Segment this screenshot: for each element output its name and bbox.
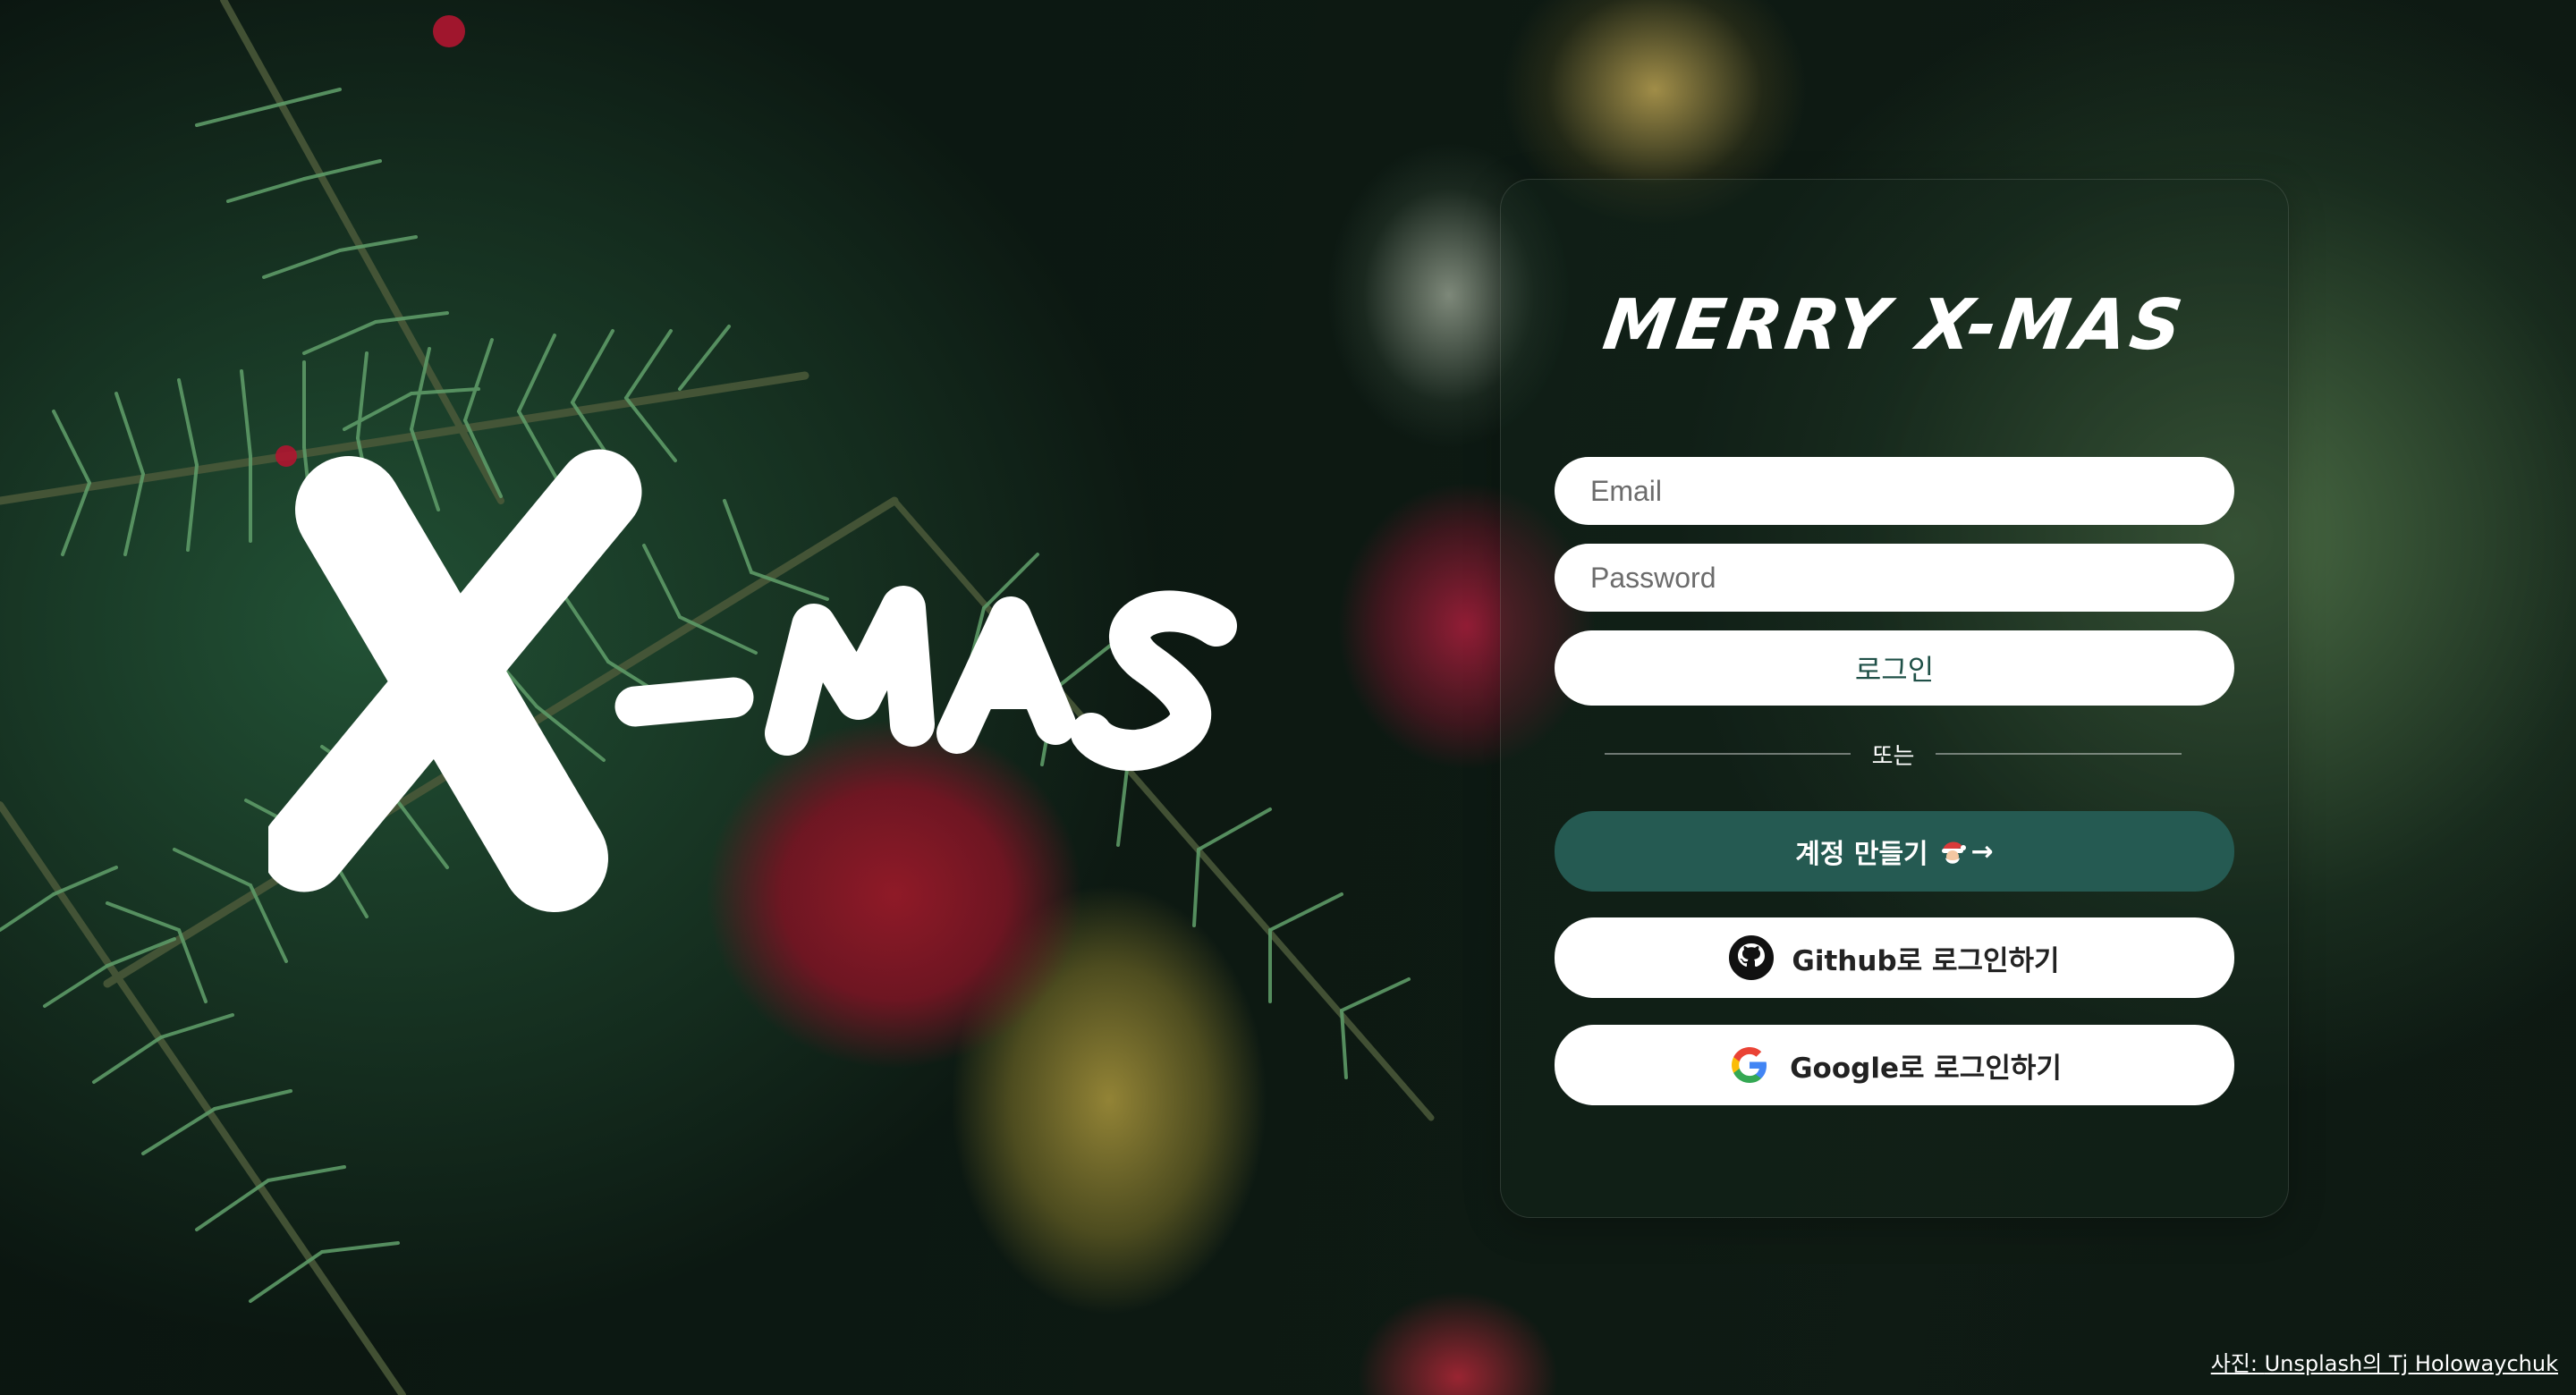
photo-credit-prefix: 사진:: [2210, 1351, 2265, 1376]
hero-xmas-lettering: [268, 449, 1237, 912]
github-login-button[interactable]: Github로 로그인하기: [1555, 917, 2234, 998]
divider-label: 또는: [1871, 742, 1915, 770]
photo-credit: 사진: Unsplash의 Tj Holowaychuk: [2211, 1346, 2558, 1377]
github-login-label: Github로 로그인하기: [1792, 944, 2060, 977]
photo-credit-source: Unsplash의 Tj Holowaychuk: [2264, 1351, 2558, 1376]
google-icon: [1727, 1043, 1772, 1087]
create-account-arrow: →: [1970, 835, 1994, 867]
photo-credit-link[interactable]: 사진: Unsplash의 Tj Holowaychuk: [2211, 1351, 2558, 1376]
or-divider: 또는: [1605, 736, 2182, 772]
create-account-label: 계정 만들기: [1795, 839, 1928, 870]
divider-line-right: [1936, 753, 2182, 755]
google-login-label: Google로 로그인하기: [1790, 1052, 2062, 1085]
google-login-button[interactable]: Google로 로그인하기: [1555, 1025, 2234, 1105]
card-title: MERRY X-MAS: [1598, 285, 2190, 366]
divider-line-left: [1605, 753, 1851, 755]
santa-emoji-icon: [1941, 841, 1966, 864]
create-account-button[interactable]: 계정 만들기 →: [1555, 811, 2234, 892]
email-input[interactable]: [1555, 457, 2234, 525]
github-icon: [1729, 935, 1775, 980]
password-input[interactable]: [1555, 544, 2234, 612]
login-card: MERRY X-MAS 로그인 또는 계정 만들기 → Github로 로그인하…: [1500, 179, 2289, 1218]
login-button[interactable]: 로그인: [1555, 630, 2234, 706]
login-button-label: 로그인: [1854, 653, 1935, 687]
